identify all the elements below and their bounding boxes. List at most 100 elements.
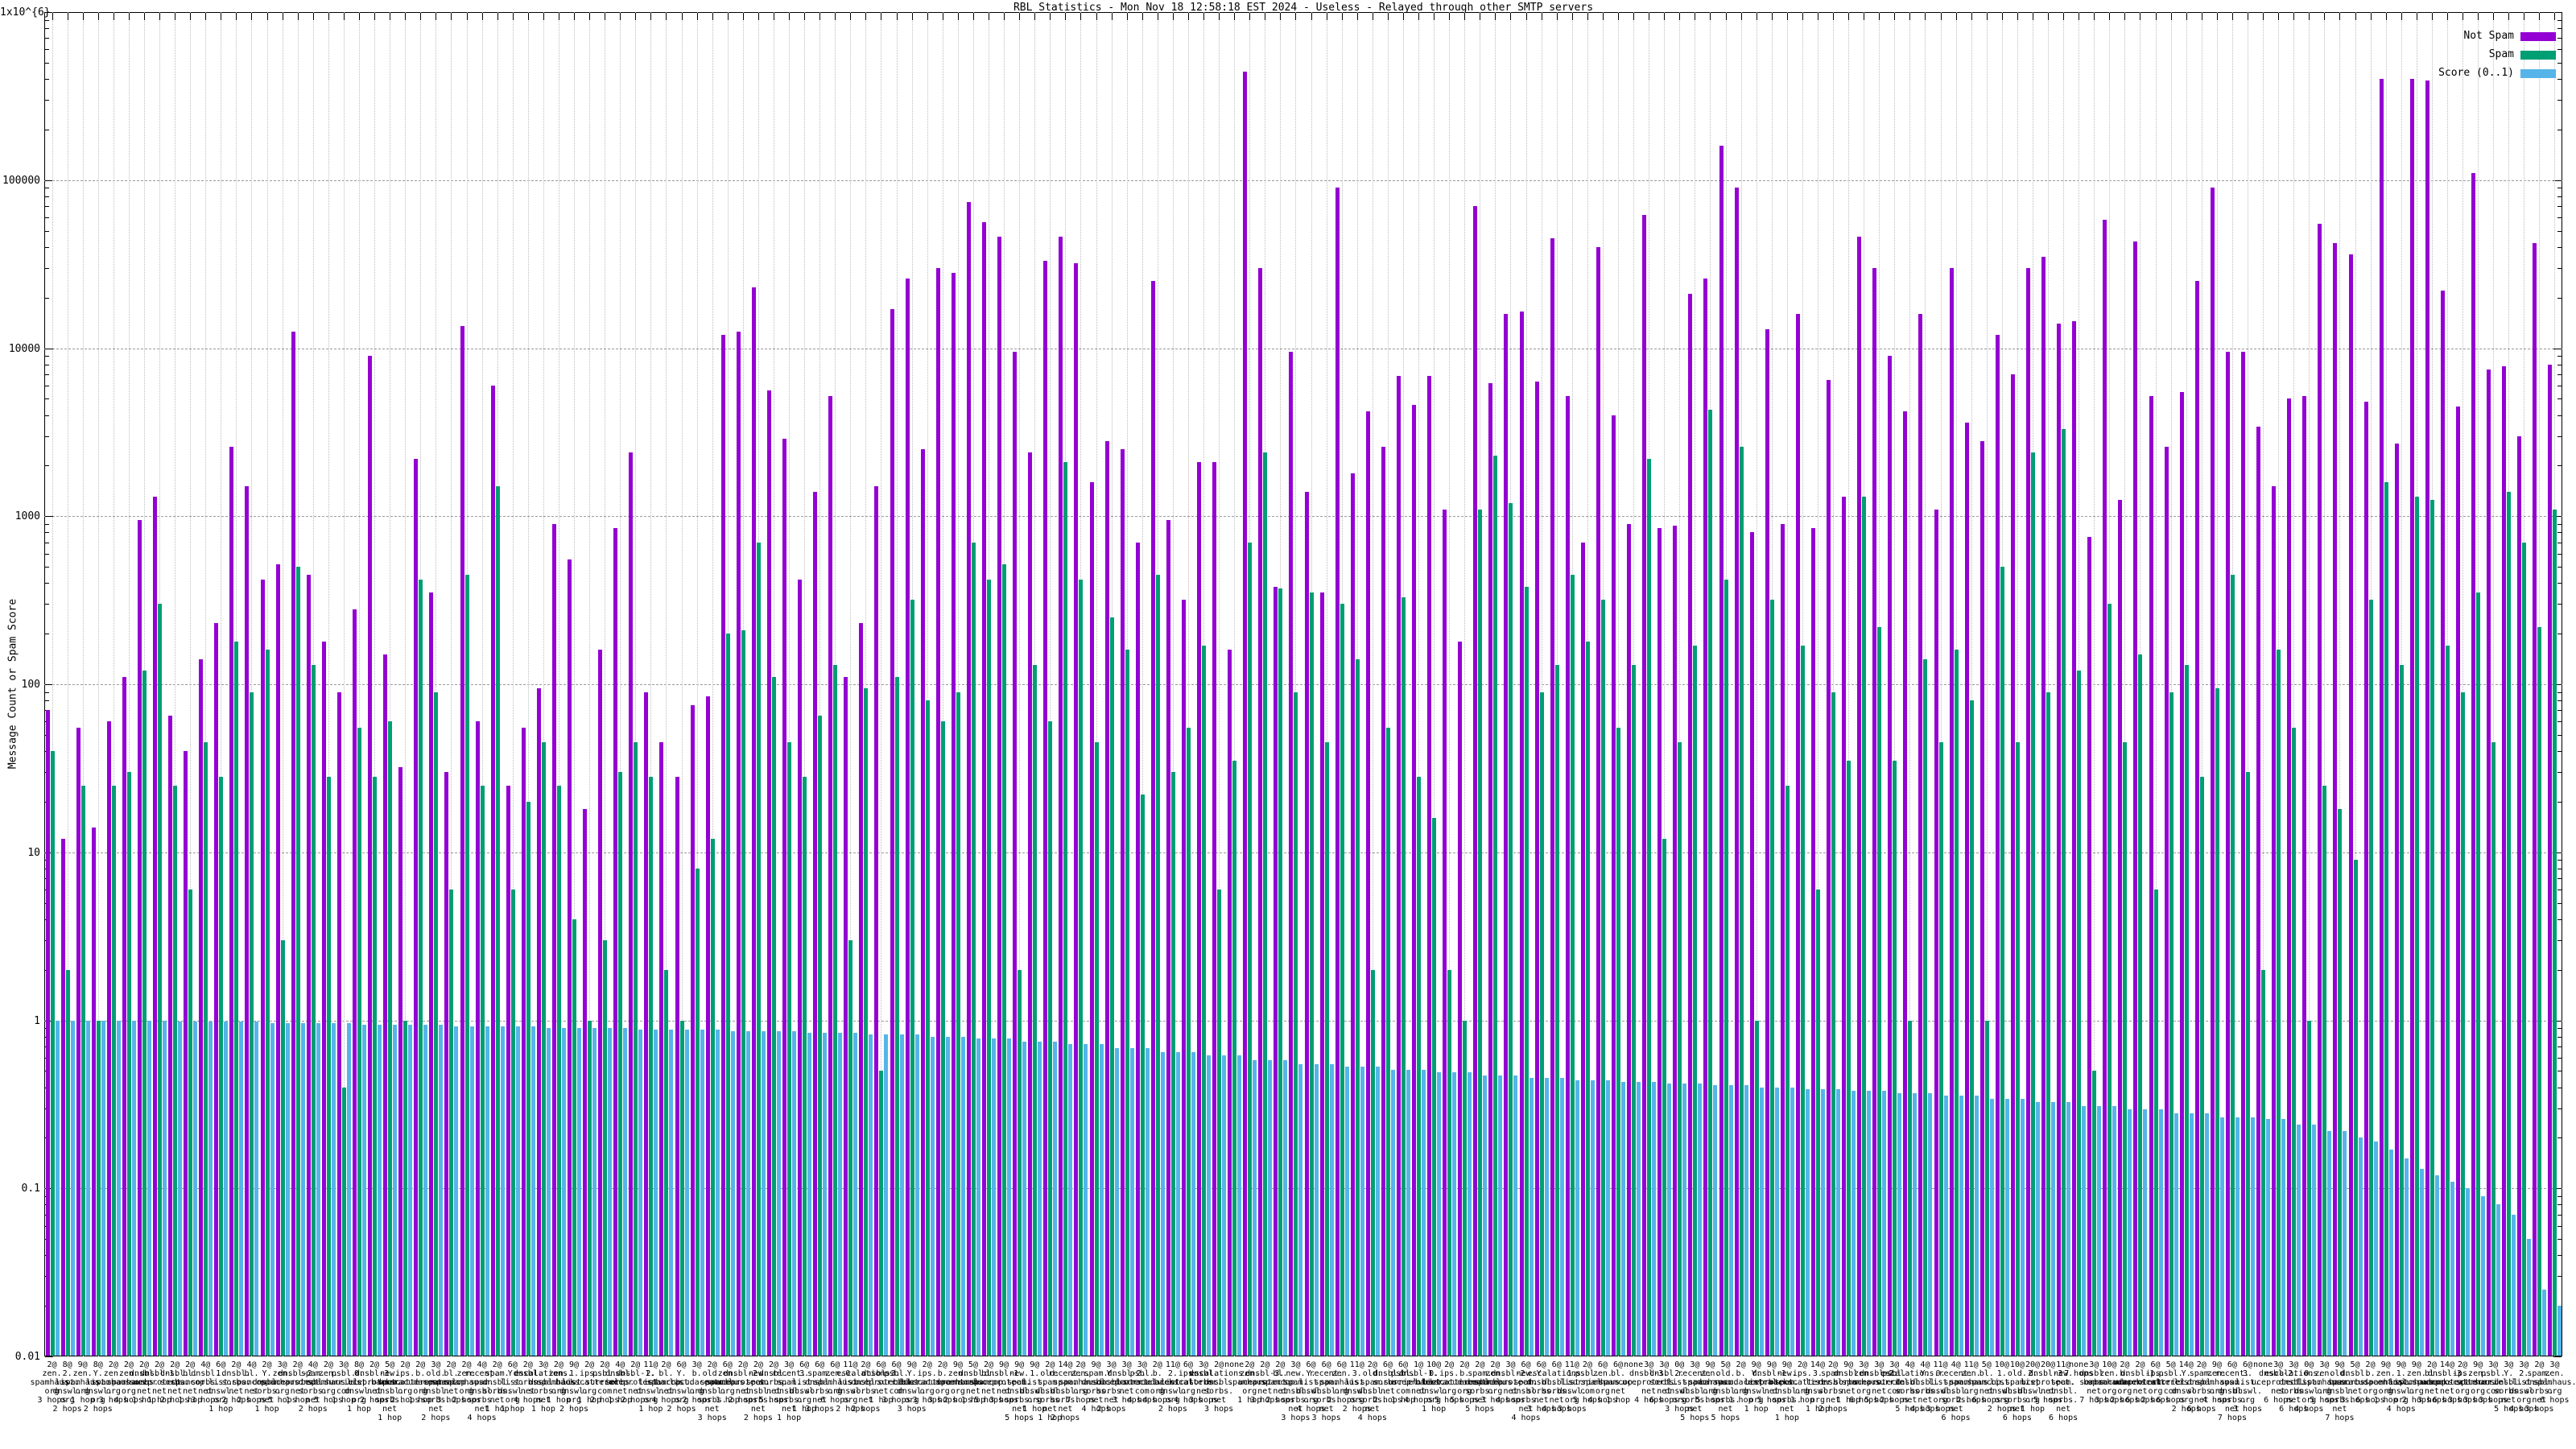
bar-not-spam [1688,294,1693,1356]
legend-label: Score (0..1) [2438,67,2514,79]
bar-spam [1862,497,1867,1356]
x-tick-top [1664,13,1666,20]
bar-score [1375,1067,1380,1356]
x-tick-top [1833,13,1835,20]
bar-not-spam [45,710,50,1356]
bar-score [1728,1085,1733,1356]
bar-score [1744,1085,1748,1356]
bar-score [1943,1096,1948,1356]
x-tick-top [1126,13,1128,20]
bar-spam [787,742,792,1356]
bar-not-spam [521,728,526,1356]
bar-score [976,1038,980,1356]
bar-not-spam [2164,446,2169,1356]
x-tick-top [1311,13,1312,20]
bar-not-spam [551,523,556,1356]
y-tick-minor [2557,939,2562,941]
x-tick-top [850,13,852,20]
bar-score [930,1036,935,1356]
x-tick-top [1679,13,1681,20]
x-tick-top [620,13,621,20]
bar-spam [1109,617,1114,1356]
bar-spam [1340,604,1344,1356]
bar-not-spam [720,334,725,1356]
bar-score [1974,1096,1979,1356]
y-tick-minor [45,79,49,80]
y-tick-minor [2557,532,2562,534]
x-tick-top [2063,13,2065,20]
bar-spam [803,777,807,1356]
legend-swatch [2520,69,2556,78]
bar-spam [1248,542,1253,1356]
bar-score [823,1033,828,1356]
x-tick-top [1280,13,1282,20]
bar-spam [234,641,239,1356]
bar-score [684,1030,689,1356]
x-tick-top [1955,13,1957,20]
y-tick-minor [2557,523,2562,525]
bar-spam [1831,691,1836,1356]
y-tick-minor [2557,604,2562,605]
bar-score [408,1025,413,1356]
y-tick-minor [2557,878,2562,880]
bar-score [623,1028,628,1356]
y-tick-label: 100000 [2,174,40,187]
x-tick-top [1141,13,1143,20]
bar-score [1390,1069,1395,1356]
bar-score [1790,1087,1794,1356]
y-tick-minor [2557,1137,2562,1139]
bar-score [2020,1099,2025,1356]
y-tick-label: 1x10^{6} [0,6,51,19]
bar-spam [2399,665,2404,1356]
bar-spam [1647,458,1652,1356]
bar-spam [588,1020,592,1356]
bar-score [2419,1169,2424,1356]
bar-not-spam [1166,519,1170,1356]
bar-spam [1570,574,1575,1356]
bar-not-spam [1289,352,1294,1356]
bar-not-spam [2409,79,2414,1356]
bar-spam [2522,542,2527,1356]
bar-not-spam [1028,452,1033,1356]
x-tick-top [527,13,529,20]
bar-score [393,1025,398,1356]
bar-spam [341,1087,346,1356]
bar-not-spam [1703,278,1708,1356]
bar-spam [495,486,500,1356]
bar-score [70,1020,75,1356]
bar-spam [1370,969,1375,1356]
bar-not-spam [2517,436,2522,1356]
x-tick-top [1203,13,1205,20]
bar-spam [1509,502,1513,1356]
y-tick-minor [2557,1036,2562,1038]
bar-not-spam [1150,281,1155,1356]
y-tick-minor [2557,19,2562,21]
bar-spam [1662,839,1667,1356]
bar-score [2527,1239,2532,1356]
bar-spam [1493,455,1498,1356]
bar-not-spam [214,623,219,1356]
bar-not-spam [137,519,142,1356]
y-tick-minor [2557,38,2562,39]
bar-not-spam [675,777,679,1356]
bar-spam [1463,1020,1468,1356]
grid-line-horizontal [44,516,2562,518]
bar-score [1544,1077,1549,1356]
bar-score [1360,1067,1364,1356]
bar-spam [1217,890,1222,1356]
bar-not-spam [1013,352,1018,1356]
bar-not-spam [2533,243,2537,1356]
bar-not-spam [690,705,695,1356]
bar-not-spam [905,278,910,1356]
y-tick-minor [2557,1108,2562,1109]
y-tick-minor [2557,230,2562,232]
bar-score [1483,1075,1488,1356]
bar-spam [1401,597,1406,1356]
x-tick-top [1618,13,1619,20]
bar-not-spam [705,696,710,1356]
bar-score [1038,1041,1042,1356]
bar-not-spam [2194,281,2199,1356]
bar-not-spam [1780,523,1785,1356]
bar-spam [572,919,577,1356]
bar-score [853,1033,858,1356]
